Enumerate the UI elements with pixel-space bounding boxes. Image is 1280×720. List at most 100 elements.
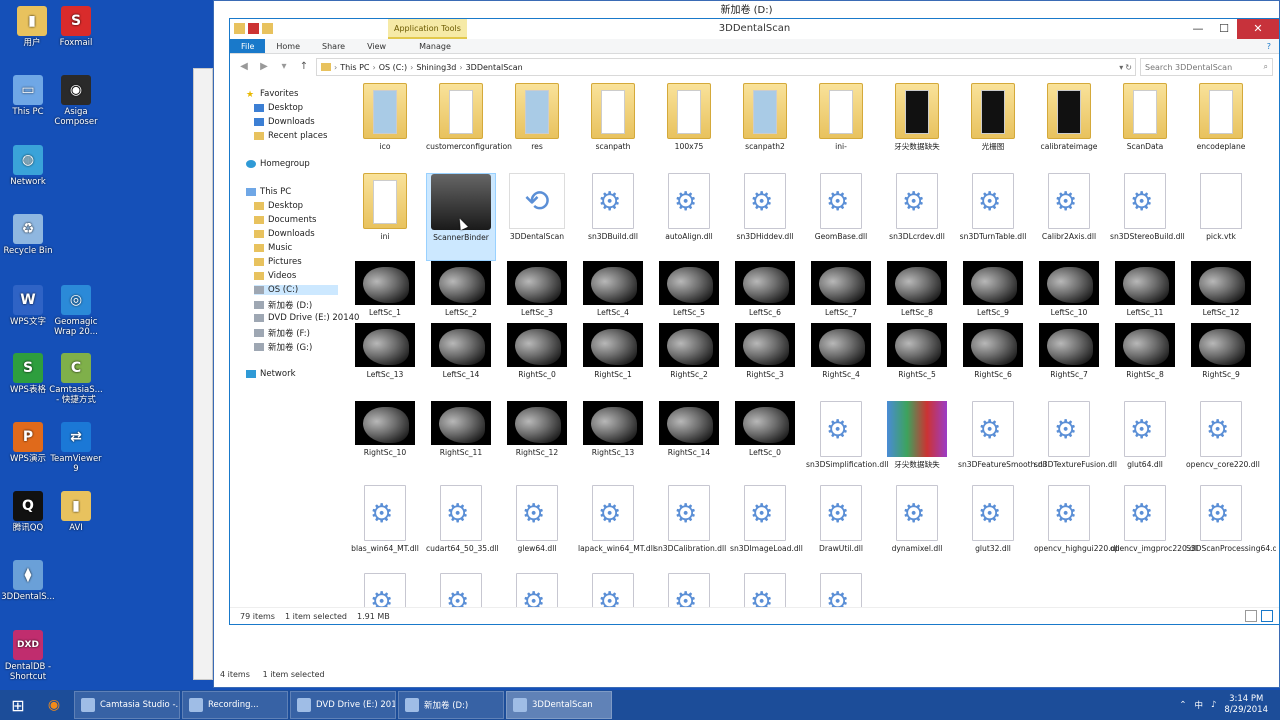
file-item[interactable]: ⚙ sn3DImageLoad.dll (730, 485, 803, 573)
file-item[interactable]: ⚙ sn3DCalibration.dll (654, 485, 726, 573)
file-item[interactable]: res (502, 83, 572, 171)
file-item[interactable]: ⚙ glut64.dll (1110, 401, 1180, 485)
forward-arrow-icon[interactable]: ▶ (256, 59, 272, 75)
desktop-icon-4[interactable]: ◍ Network (0, 145, 56, 187)
file-item[interactable]: ⚙ sn3DBuild.dll (578, 173, 648, 261)
file-item[interactable]: ⚙ (350, 573, 420, 610)
file-item[interactable]: LeftSc_0 (730, 401, 800, 485)
desktop-icon-1[interactable]: S Foxmail (48, 6, 104, 48)
file-item[interactable]: ⟲ 3DDentalScan (502, 173, 572, 261)
file-item[interactable]: ⚙ sn3DTextureFusion.dll (1034, 401, 1117, 485)
file-item[interactable]: ⚙ (654, 573, 724, 610)
desktop-icon-13[interactable]: ▮ AVI (48, 491, 104, 533)
nav-network[interactable]: Network (246, 369, 296, 379)
file-item[interactable]: ⚙ sn3DHiddev.dll (730, 173, 800, 261)
nav-fav-recent[interactable]: Recent places (254, 131, 327, 141)
up-arrow-icon[interactable]: ↑ (296, 59, 312, 75)
file-item[interactable]: ⚙ S3DScanProcessing64.dll (1186, 485, 1276, 573)
file-item[interactable]: RightSc_14 (654, 401, 724, 485)
nav-pc-item-9[interactable]: 新加卷 (F:) (254, 327, 310, 339)
firefox-icon[interactable]: ◉ (36, 690, 72, 720)
nav-homegroup[interactable]: Homegroup (246, 159, 310, 169)
file-item[interactable]: ⚙ (578, 573, 648, 610)
file-item[interactable]: ⚙ (730, 573, 800, 610)
ime-indicator[interactable]: 中 (1194, 699, 1203, 711)
file-item[interactable]: RightSc_6 (958, 323, 1028, 385)
file-item[interactable]: encodeplane (1186, 83, 1256, 171)
file-item[interactable]: ScanData (1110, 83, 1180, 171)
desktop-icon-9[interactable]: C CamtasiaS... - 快捷方式 (48, 353, 104, 405)
file-item[interactable]: RightSc_11 (426, 401, 496, 485)
taskbar-button-0[interactable]: Camtasia Studio -... (74, 691, 180, 719)
file-item[interactable]: RightSc_4 (806, 323, 876, 385)
file-item[interactable]: ⚙ opencv_core220.dll (1186, 401, 1260, 485)
nav-pc-item-8[interactable]: DVD Drive (E:) 20140 (254, 313, 359, 323)
file-item[interactable]: LeftSc_2 (426, 261, 496, 323)
clock[interactable]: 3:14 PM 8/29/2014 (1224, 694, 1268, 716)
file-item[interactable]: LeftSc_7 (806, 261, 876, 323)
file-item[interactable]: LeftSc_6 (730, 261, 800, 323)
file-item[interactable]: LeftSc_14 (426, 323, 496, 385)
nav-pc-item-2[interactable]: Downloads (254, 229, 315, 239)
file-item[interactable]: RightSc_3 (730, 323, 800, 385)
nav-fav-downloads[interactable]: Downloads (254, 117, 315, 127)
file-item[interactable]: calibrateimage (1034, 83, 1104, 171)
refresh-icon[interactable]: ↻ (1125, 63, 1132, 72)
file-item[interactable]: ⚙ sn3DLcrdev.dll (882, 173, 952, 261)
tray-up-arrow-icon[interactable]: ⌃ (1179, 700, 1186, 710)
title-bar[interactable]: Application Tools 3DDentalScan — ☐ ✕ (230, 19, 1279, 39)
file-item[interactable]: LeftSc_12 (1186, 261, 1256, 323)
file-item[interactable]: pick.vtk (1186, 173, 1256, 261)
file-item[interactable]: 牙尖数据缺失 (882, 83, 952, 171)
file-item[interactable]: RightSc_1 (578, 323, 648, 385)
file-item[interactable]: RightSc_0 (502, 323, 572, 385)
file-item[interactable]: ⚙ cudart64_50_35.dll (426, 485, 499, 573)
file-item[interactable]: ⚙ (806, 573, 876, 610)
search-input[interactable]: Search 3DDentalScan ⌕ (1140, 58, 1273, 76)
taskbar-button-1[interactable]: Recording... (182, 691, 288, 719)
details-view-icon[interactable] (1245, 610, 1257, 622)
breadcrumb-shining3d[interactable]: Shining3d (416, 63, 456, 72)
file-item[interactable]: RightSc_7 (1034, 323, 1104, 385)
back-arrow-icon[interactable]: ◀ (236, 59, 252, 75)
file-item[interactable]: ⚙ blas_win64_MT.dll (350, 485, 420, 573)
nav-pc-item-3[interactable]: Music (254, 243, 292, 253)
maximize-button[interactable]: ☐ (1211, 19, 1237, 39)
close-button[interactable]: ✕ (1237, 19, 1279, 39)
file-item[interactable]: ⚙ glew64.dll (502, 485, 572, 573)
file-item[interactable]: ⚙ glut32.dll (958, 485, 1028, 573)
file-item[interactable]: ⚙ (426, 573, 496, 610)
file-item[interactable]: LeftSc_13 (350, 323, 420, 385)
file-item[interactable]: ⚙ GeomBase.dll (806, 173, 876, 261)
desktop-icon-14[interactable]: ⧫ 3DDentalS... (0, 560, 56, 602)
file-item[interactable]: LeftSc_11 (1110, 261, 1180, 323)
file-item[interactable]: RightSc_9 (1186, 323, 1256, 385)
tab-manage[interactable]: Manage (397, 39, 462, 53)
nav-pc-item-1[interactable]: Documents (254, 215, 316, 225)
file-item[interactable]: ⚙ opencv_imgproc220.dll (1110, 485, 1198, 573)
nav-pc-item-7[interactable]: 新加卷 (D:) (254, 299, 312, 311)
file-item[interactable]: ⚙ dynamixel.dll (882, 485, 952, 573)
file-item[interactable]: RightSc_8 (1110, 323, 1180, 385)
file-item[interactable]: RightSc_13 (578, 401, 648, 485)
nav-favorites[interactable]: ★ Favorites (246, 89, 298, 100)
breadcrumb-this-pc[interactable]: This PC (340, 63, 369, 72)
file-item[interactable]: LeftSc_5 (654, 261, 724, 323)
file-item[interactable]: 牙尖数据缺失 (882, 401, 952, 485)
file-item[interactable]: RightSc_2 (654, 323, 724, 385)
file-item[interactable]: 光栅图 (958, 83, 1028, 171)
file-item[interactable]: ⚙ lapack_win64_MT.dll (578, 485, 655, 573)
nav-pc-item-5[interactable]: Videos (254, 271, 296, 281)
nav-pc-item-4[interactable]: Pictures (254, 257, 302, 267)
large-icons-view-icon[interactable] (1261, 610, 1273, 622)
nav-pc-item-10[interactable]: 新加卷 (G:) (254, 341, 312, 353)
file-item[interactable]: RightSc_5 (882, 323, 952, 385)
file-item[interactable]: LeftSc_10 (1034, 261, 1104, 323)
file-item[interactable]: ini- (806, 83, 876, 171)
desktop-icon-3[interactable]: ◉ Asiga Composer (48, 75, 104, 127)
explorer-window[interactable]: Application Tools 3DDentalScan — ☐ ✕ Fil… (229, 18, 1280, 625)
file-item[interactable]: ⚙ autoAlign.dll (654, 173, 724, 261)
start-button[interactable]: ⊞ (0, 690, 36, 720)
file-item[interactable]: RightSc_12 (502, 401, 572, 485)
file-item[interactable]: ⚙ Calibr2Axis.dll (1034, 173, 1104, 261)
